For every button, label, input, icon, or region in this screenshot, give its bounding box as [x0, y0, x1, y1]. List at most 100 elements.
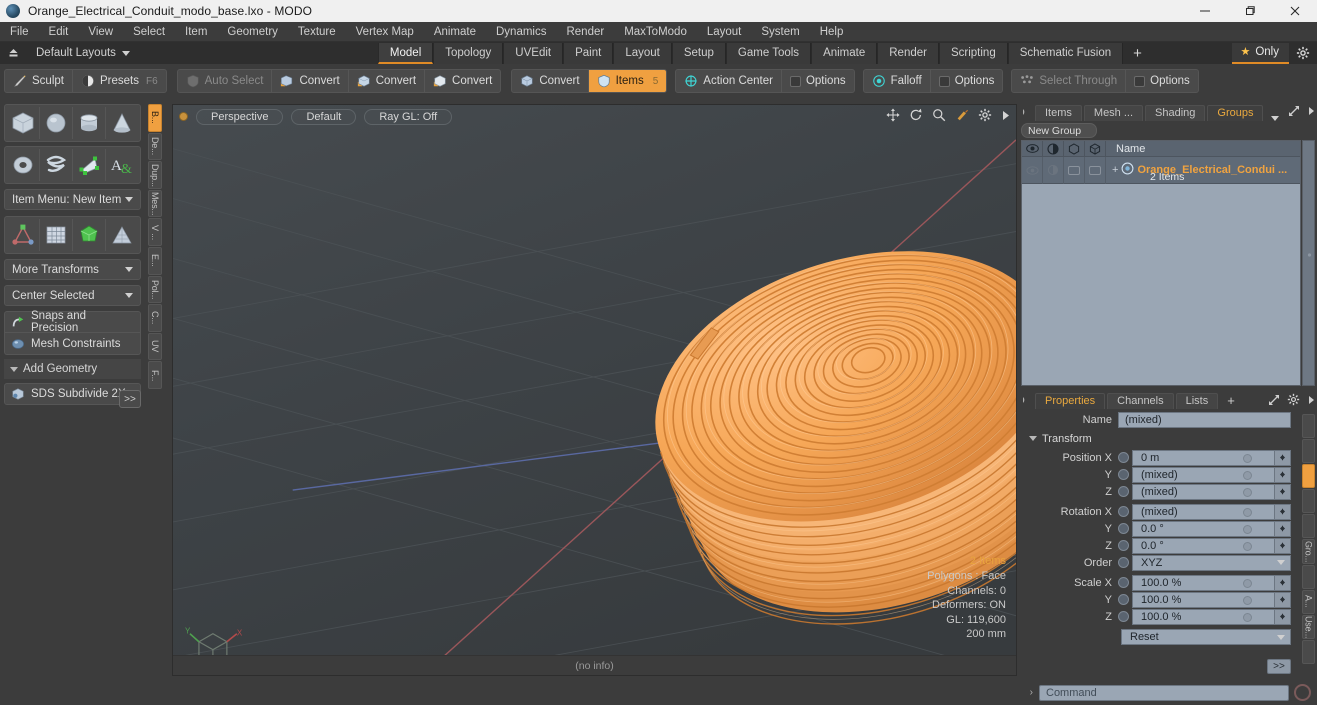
radio-icon[interactable] — [1118, 594, 1129, 605]
rvtab-2[interactable] — [1302, 439, 1315, 464]
mesh-constraints-button[interactable]: Mesh Constraints — [4, 333, 141, 355]
more-transforms-dropdown[interactable]: More Transforms — [4, 259, 141, 280]
expand-plus-icon[interactable]: + — [1112, 164, 1118, 176]
scale-x-input[interactable]: 100.0 % — [1132, 574, 1274, 591]
auto-select-button[interactable]: Auto Select — [178, 70, 273, 92]
layout-tab-uvedit[interactable]: UVEdit — [503, 43, 564, 64]
menu-animate[interactable]: Animate — [424, 22, 486, 42]
rvtab-7[interactable] — [1302, 564, 1315, 589]
chevron-right-icon[interactable] — [1001, 110, 1010, 124]
radio-icon[interactable] — [1118, 523, 1129, 534]
add-panel-tab-button[interactable]: + — [1220, 393, 1242, 409]
rotate-icon[interactable] — [909, 108, 923, 125]
convert-button-3[interactable]: Convert — [425, 70, 500, 92]
rvtab-1[interactable] — [1302, 414, 1315, 439]
default-layouts-dropdown[interactable]: Default Layouts — [28, 44, 138, 62]
zoom-icon[interactable] — [932, 108, 946, 125]
convert-button-2[interactable]: Convert — [349, 70, 426, 92]
menu-item[interactable]: Item — [175, 22, 217, 42]
menu-maxtomodo[interactable]: MaxToModo — [614, 22, 697, 42]
close-icon[interactable] — [1272, 0, 1317, 22]
menu-dynamics[interactable]: Dynamics — [486, 22, 556, 42]
item-menu-dropdown[interactable]: Item Menu: New Item — [4, 189, 141, 210]
radio-icon[interactable] — [1118, 506, 1129, 517]
panel-tab-channels[interactable]: Channels — [1107, 393, 1174, 409]
text-icon[interactable]: A & — [106, 149, 138, 181]
rvtab-5[interactable] — [1302, 514, 1315, 539]
checkbox-icon[interactable] — [1134, 75, 1146, 87]
render-icon[interactable] — [1064, 140, 1085, 157]
rvtab-4[interactable] — [1302, 489, 1315, 514]
radio-icon[interactable] — [1118, 577, 1129, 588]
rotation-y-input[interactable]: 0.0 ° — [1132, 520, 1274, 537]
row-wire-toggle[interactable] — [1085, 156, 1106, 184]
expand-icon[interactable] — [1288, 105, 1300, 120]
name-input[interactable]: (mixed) — [1118, 411, 1291, 428]
viewport-menu-dot[interactable] — [179, 112, 188, 121]
home-icon[interactable] — [0, 47, 26, 60]
wire-icon[interactable] — [1085, 140, 1106, 157]
panel-menu-icon[interactable] — [1021, 107, 1032, 118]
rotation-x-input[interactable]: (mixed) — [1132, 503, 1274, 520]
layout-tab-layout[interactable]: Layout — [613, 43, 672, 64]
panel-menu-icon[interactable] — [1021, 395, 1032, 406]
row-shade-toggle[interactable] — [1043, 156, 1064, 184]
layout-tab-render[interactable]: Render — [877, 43, 939, 64]
gear-icon[interactable] — [978, 108, 992, 125]
rotation-x-spinner[interactable] — [1274, 503, 1291, 520]
chevron-right-icon[interactable] — [1307, 395, 1315, 408]
position-y-input[interactable]: (mixed) — [1132, 466, 1274, 483]
layout-tab-paint[interactable]: Paint — [563, 43, 614, 64]
rvtab-user[interactable]: Use... — [1302, 614, 1315, 639]
presets-button[interactable]: Presets F6 — [73, 70, 166, 92]
vtab-basic[interactable]: B... — [148, 104, 162, 132]
3d-viewport[interactable]: Y X Z Perspective Default Ray GL: Off — [172, 104, 1017, 676]
add-geometry-section[interactable]: Add Geometry — [4, 359, 141, 379]
maximize-icon[interactable] — [1227, 0, 1272, 22]
layout-tab-animate[interactable]: Animate — [811, 43, 878, 64]
menu-vertex-map[interactable]: Vertex Map — [346, 22, 424, 42]
add-layout-tab-button[interactable]: + — [1123, 43, 1152, 64]
torus-icon[interactable] — [7, 149, 40, 181]
panel-tab-properties[interactable]: Properties — [1035, 393, 1106, 409]
snaps-and-precision-button[interactable]: Snaps and Precision — [4, 310, 141, 334]
eye-icon[interactable] — [1022, 140, 1043, 157]
items-button[interactable]: Items 5 — [588, 70, 667, 92]
helix-icon[interactable] — [40, 149, 73, 181]
vtab-duplicate[interactable]: Dup... — [148, 161, 162, 189]
layout-tab-topology[interactable]: Topology — [433, 43, 504, 64]
position-z-spinner[interactable] — [1274, 483, 1291, 500]
vtab-mesh[interactable]: Mes... — [148, 189, 162, 218]
panel-tab-mesh[interactable]: Mesh ... — [1083, 105, 1144, 121]
action-center-options-button[interactable]: Options — [782, 70, 854, 92]
scale-y-spinner[interactable] — [1274, 591, 1291, 608]
transform-section-header[interactable]: Transform — [1021, 430, 1291, 447]
checkbox-icon[interactable] — [789, 75, 801, 87]
vtab-edge[interactable]: E... — [148, 246, 162, 275]
viewport-view-mode[interactable]: Perspective — [196, 108, 284, 125]
radio-icon[interactable] — [1118, 611, 1129, 622]
group-list-row[interactable]: + Orange_Electrical_Condui ... 2 Items — [1022, 156, 1300, 184]
row-render-toggle[interactable] — [1064, 156, 1085, 184]
panel-tabs-overflow[interactable] — [1265, 116, 1285, 121]
shade-icon[interactable] — [1043, 140, 1064, 157]
menu-file[interactable]: File — [0, 22, 39, 42]
expand-icon[interactable] — [1268, 394, 1280, 409]
position-y-spinner[interactable] — [1274, 466, 1291, 483]
menu-layout[interactable]: Layout — [697, 22, 752, 42]
action-center-button[interactable]: Action Center — [676, 70, 782, 92]
vtab-fur[interactable]: F... — [148, 361, 162, 389]
gear-icon[interactable] — [1287, 393, 1300, 409]
layout-tab-game-tools[interactable]: Game Tools — [725, 43, 812, 64]
row-eye-toggle[interactable] — [1022, 156, 1043, 184]
vtab-deform[interactable]: De... — [148, 132, 162, 161]
cylinder-icon[interactable] — [73, 107, 106, 139]
group-item[interactable]: + Orange_Electrical_Condui ... — [1106, 162, 1300, 178]
viewport-raygl-toggle[interactable]: Ray GL: Off — [364, 108, 453, 125]
layout-tab-schematic-fusion[interactable]: Schematic Fusion — [1007, 43, 1124, 64]
scale-y-input[interactable]: 100.0 % — [1132, 591, 1274, 608]
scale-x-spinner[interactable] — [1274, 574, 1291, 591]
group-list-scrollbar[interactable] — [1302, 140, 1315, 386]
convert-button-1[interactable]: Convert — [272, 70, 349, 92]
chevron-right-icon[interactable] — [1307, 106, 1315, 119]
